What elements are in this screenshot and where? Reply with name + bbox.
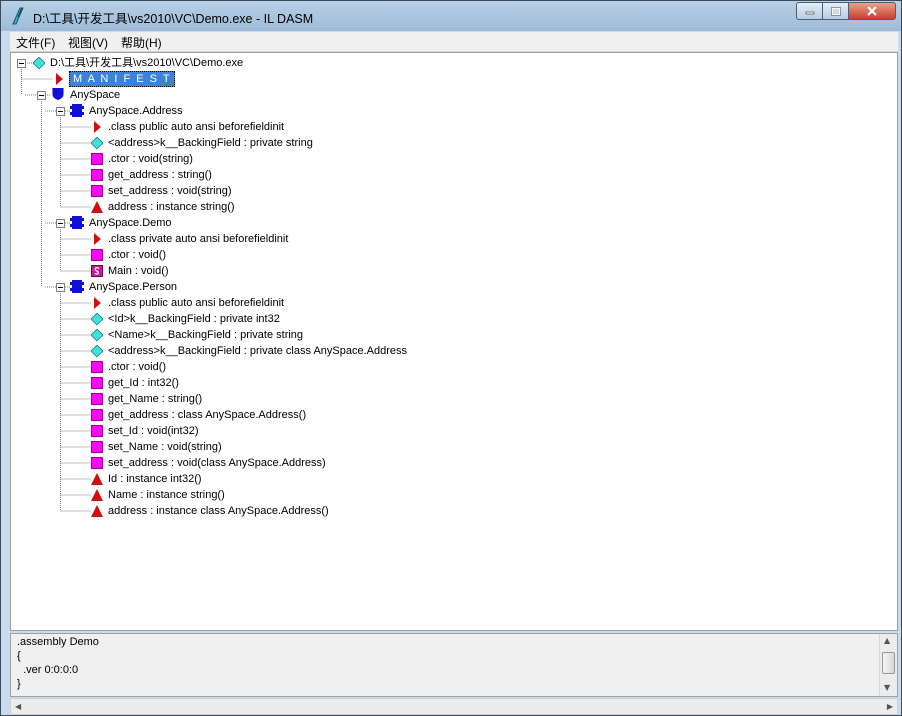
- tree-node-label: <Name>k__BackingField : private string: [108, 329, 304, 341]
- minimize-button[interactable]: [796, 2, 823, 20]
- info-line: .assembly Demo: [17, 636, 99, 648]
- maximize-button[interactable]: [822, 2, 849, 20]
- tree-node-label: set_Id : void(int32): [108, 425, 199, 437]
- tree-node-label: get_Name : string(): [108, 393, 203, 405]
- field-diamond-icon: [91, 137, 103, 149]
- method-square-icon: [91, 457, 103, 469]
- scroll-thumb[interactable]: [882, 652, 895, 674]
- tree-node-label: .ctor : void(): [108, 249, 167, 261]
- method-square-icon: [91, 441, 103, 453]
- assembly-diamond-icon: [33, 57, 45, 69]
- property-triangle-icon: [91, 489, 103, 501]
- tree-node-label: Name : instance string(): [108, 489, 225, 501]
- method-square-icon: [91, 377, 103, 389]
- collapse-toggle-icon[interactable]: [37, 91, 46, 100]
- field-diamond-icon: [91, 329, 103, 341]
- method-square-icon: [91, 185, 103, 197]
- tree-node-label: .ctor : void(string): [108, 153, 193, 165]
- static-method-icon: [91, 265, 103, 277]
- minimize-icon: [805, 11, 814, 15]
- tree-node-label: get_address : class AnySpace.Address(): [108, 409, 307, 421]
- tree-node-label: set_address : void(class AnySpace.Addres…: [108, 457, 326, 469]
- method-square-icon: [91, 393, 103, 405]
- method-square-icon: [91, 153, 103, 165]
- ildasm-app-icon: [12, 7, 24, 25]
- tree-node-label: <address>k__BackingField : private class…: [108, 345, 407, 357]
- menu-view[interactable]: 视图(V): [68, 34, 108, 51]
- namespace-shield-icon: [52, 88, 64, 100]
- property-triangle-icon: [91, 201, 103, 213]
- method-square-icon: [91, 361, 103, 373]
- info-line: {: [17, 650, 21, 662]
- collapse-toggle-icon[interactable]: [56, 219, 65, 228]
- close-button[interactable]: [848, 2, 896, 20]
- tree-node-label: get_address : string(): [108, 169, 212, 181]
- method-square-icon: [91, 169, 103, 181]
- property-triangle-icon: [91, 473, 103, 485]
- scroll-up-icon[interactable]: ▲: [884, 636, 890, 645]
- collapse-toggle-icon[interactable]: [56, 283, 65, 292]
- manifest-label: M A N I F E S T: [69, 71, 176, 87]
- tree-node-label: D:\工具\开发工具\vs2010\VC\Demo.exe: [50, 57, 244, 69]
- tree-node-label: AnySpace.Address: [89, 105, 183, 117]
- tree-node-label: set_Name : void(string): [108, 441, 222, 453]
- class-icon: [70, 216, 84, 229]
- tree-node-label: AnySpace.Person: [89, 281, 178, 293]
- method-square-icon: [91, 249, 103, 261]
- tree-node-label: Main : void(): [108, 265, 169, 277]
- red-triangle-icon: [56, 73, 63, 85]
- tree-node-label: get_Id : int32(): [108, 377, 179, 389]
- tree-node-label: <address>k__BackingField : private strin…: [108, 137, 313, 149]
- menu-file[interactable]: 文件(F): [16, 34, 55, 51]
- tree-node-label: AnySpace: [70, 89, 121, 101]
- tree-node-label: Id : instance int32(): [108, 473, 202, 485]
- tree-node-label: <Id>k__BackingField : private int32: [108, 313, 280, 325]
- menu-help[interactable]: 帮助(H): [121, 34, 162, 51]
- tree-node-label: .class private auto ansi beforefieldinit: [108, 233, 289, 245]
- maximize-icon: [830, 6, 841, 16]
- close-icon: [867, 6, 877, 16]
- tree-node-label: address : instance class AnySpace.Addres…: [108, 505, 329, 517]
- class-icon: [70, 104, 84, 117]
- collapse-toggle-icon[interactable]: [56, 107, 65, 116]
- info-line: .ver 0:0:0:0: [17, 664, 79, 676]
- tree-node-label: .class public auto ansi beforefieldinit: [108, 297, 285, 309]
- scroll-left-icon[interactable]: ◀: [15, 702, 21, 711]
- method-square-icon: [91, 409, 103, 421]
- tree-node-label: set_address : void(string): [108, 185, 232, 197]
- tree-node-label: AnySpace.Demo: [89, 217, 172, 229]
- collapse-toggle-icon[interactable]: [17, 59, 26, 68]
- info-text-pane[interactable]: .assembly Demo { .ver 0:0:0:0 } ▲ ▼: [10, 633, 898, 697]
- scroll-down-icon[interactable]: ▼: [884, 683, 890, 692]
- assembly-tree[interactable]: D:\工具\开发工具\vs2010\VC\Demo.exe M A N I F …: [10, 52, 898, 631]
- tree-node-label: .class public auto ansi beforefieldinit: [108, 121, 285, 133]
- method-square-icon: [91, 425, 103, 437]
- title-bar[interactable]: D:\工具\开发工具\vs2010\VC\Demo.exe - IL DASM: [1, 1, 901, 31]
- window-title: D:\工具\开发工具\vs2010\VC\Demo.exe - IL DASM: [33, 12, 314, 26]
- scroll-right-icon[interactable]: ▶: [887, 702, 893, 711]
- red-triangle-icon: [94, 121, 101, 133]
- info-line: }: [17, 678, 21, 690]
- field-diamond-icon: [91, 313, 103, 325]
- field-diamond-icon: [91, 345, 103, 357]
- tree-node-label: .ctor : void(): [108, 361, 167, 373]
- red-triangle-icon: [94, 233, 101, 245]
- property-triangle-icon: [91, 505, 103, 517]
- horizontal-scrollbar[interactable]: ◀ ▶: [10, 698, 898, 715]
- red-triangle-icon: [94, 297, 101, 309]
- menu-bar: 文件(F) 视图(V) 帮助(H): [10, 32, 898, 52]
- ildasm-window: D:\工具\开发工具\vs2010\VC\Demo.exe - IL DASM …: [0, 0, 902, 716]
- class-icon: [70, 280, 84, 293]
- tree-node-label: address : instance string(): [108, 201, 235, 213]
- info-vertical-scrollbar[interactable]: ▲ ▼: [879, 634, 897, 696]
